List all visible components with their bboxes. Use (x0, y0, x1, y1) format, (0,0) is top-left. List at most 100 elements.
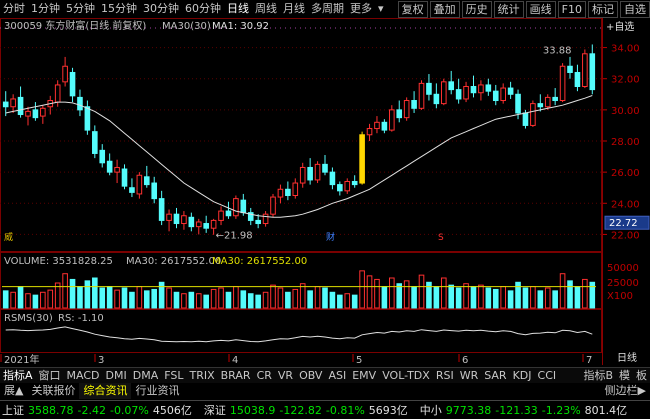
more-dropdown-icon[interactable]: ▾ (375, 0, 387, 18)
volume-bar (114, 289, 120, 309)
period-tab-5[interactable]: 60分钟 (182, 0, 224, 18)
candle-body (411, 100, 417, 109)
bottom-tab-2[interactable]: 综合资讯 (79, 383, 132, 399)
toolbar-button-1[interactable]: 叠加 (429, 0, 460, 18)
period-tab-2[interactable]: 5分钟 (63, 0, 98, 18)
chart-header-ma-value: MA1: 30.92 (212, 21, 269, 32)
toolbar-button-3[interactable]: 统计 (493, 0, 524, 18)
bottom-tab-3[interactable]: 行业资讯 (131, 383, 183, 399)
volume-bar (574, 286, 581, 309)
candle-body (121, 168, 128, 187)
indicator-right-2[interactable]: 板 (633, 368, 650, 384)
bottom-tab-1[interactable]: 关联报价 (27, 383, 79, 399)
volume-bar (329, 291, 336, 309)
indicator-right-1[interactable]: 模 (616, 368, 633, 384)
volume-bar (463, 283, 469, 309)
candle-body (188, 216, 195, 228)
volume-bar (277, 287, 284, 309)
rsms-header-rs: RS: -1.10 (58, 313, 104, 324)
period-tab-0[interactable]: 分时 (0, 0, 28, 18)
indicator-tab-15[interactable]: WR (457, 368, 482, 384)
indicator-tab-0[interactable]: 指标A (0, 368, 36, 384)
period-tab-10[interactable]: 更多 (347, 0, 375, 18)
indicator-tab-11[interactable]: ASI (325, 368, 349, 384)
candle-body (143, 176, 150, 186)
day-line-label: 日线 (617, 351, 637, 364)
candle-body (448, 81, 455, 91)
candle-body (537, 103, 544, 108)
candle-body (69, 71, 76, 97)
indicator-tab-4[interactable]: DMA (130, 368, 162, 384)
candle-body (389, 109, 395, 131)
volume-bar (233, 286, 239, 309)
candle-body (440, 81, 447, 105)
bottom-tab-0[interactable]: 展▲ (0, 383, 27, 399)
candle-body (151, 182, 158, 200)
volume-axis-label-2: X100 (607, 291, 633, 302)
period-tab-8[interactable]: 月线 (280, 0, 308, 18)
toolbar-button-0[interactable]: 复权 (397, 0, 428, 18)
kline-chart[interactable]: VOLUME: 3531828.25 MA30: 2617552.00MA30: … (0, 18, 602, 365)
ticker-chg: -2.42 (77, 404, 106, 417)
indicator-tab-5[interactable]: FSL (161, 368, 186, 384)
high-price-label: 33.88 (543, 45, 572, 56)
candle-body (92, 131, 98, 154)
indicator-tab-10[interactable]: OBV (296, 368, 325, 384)
period-tab-3[interactable]: 15分钟 (98, 0, 140, 18)
indicator-tab-18[interactable]: CCI (535, 368, 560, 384)
price-axis-label-0: 34.00 (611, 44, 640, 55)
candle-body (233, 198, 239, 217)
volume-bar (77, 286, 83, 309)
candle-body (322, 163, 328, 173)
volume-bar (136, 286, 143, 309)
indicator-tab-3[interactable]: DMI (103, 368, 130, 384)
ticker-item-1[interactable]: 深证 15038.9 -122.82 -0.81% 5693亿 (204, 402, 412, 418)
candle-body (485, 84, 492, 92)
period-tab-6[interactable]: 日线 (224, 0, 252, 18)
indicator-tab-13[interactable]: VOL-TDX (379, 368, 433, 384)
indicator-tab-9[interactable]: VR (275, 368, 296, 384)
ticker-chg: -122.82 (279, 404, 322, 417)
toolbar-button-7[interactable]: 自选 (620, 0, 650, 18)
date-label-5: 7 (586, 355, 592, 365)
price-axis-label-2: 30.00 (611, 106, 640, 117)
period-tab-9[interactable]: 多周期 (308, 0, 347, 18)
index-ticker: 上证 3588.78 -2.42 -0.07% 4506亿 深证 15038.9 -122.8… (0, 400, 650, 419)
indicator-right-0[interactable]: 指标B (580, 368, 616, 384)
indicator-tab-2[interactable]: MACD (64, 368, 103, 384)
indicator-tab-1[interactable]: 窗口 (36, 368, 64, 384)
volume-bar (181, 293, 187, 309)
volume-bar (210, 288, 217, 309)
indicator-tab-8[interactable]: CR (254, 368, 275, 384)
ticker-item-2[interactable]: 中小 9773.38 -121.33 -1.23% 801.4亿 (420, 402, 631, 418)
volume-bar (62, 273, 68, 309)
indicator-tab-14[interactable]: RSI (433, 368, 457, 384)
indicator-tab-6[interactable]: TRIX (186, 368, 217, 384)
toolbar-button-6[interactable]: 标记 (588, 0, 618, 18)
toolbar-button-4[interactable]: 画线 (525, 0, 556, 18)
volume-bar (32, 294, 39, 309)
volume-bar (582, 278, 588, 309)
indicator-tab-17[interactable]: KDJ (510, 368, 535, 384)
period-tab-1[interactable]: 1分钟 (28, 0, 63, 18)
toolbar-button-5[interactable]: F10 (557, 0, 586, 18)
volume-bar (567, 280, 573, 309)
volume-bar (448, 284, 455, 309)
indicator-tab-16[interactable]: SAR (481, 368, 509, 384)
candle-body (559, 65, 566, 102)
ticker-item-0[interactable]: 上证 3588.78 -2.42 -0.07% 4506亿 (2, 402, 196, 418)
volume-bar (2, 290, 9, 309)
volume-bar (25, 293, 31, 309)
indicator-tab-7[interactable]: BRAR (218, 368, 254, 384)
volume-bar (84, 280, 91, 309)
indicator-tab-12[interactable]: EMV (349, 368, 379, 384)
period-tab-4[interactable]: 30分钟 (140, 0, 182, 18)
volume-bar (47, 289, 54, 309)
sidebar-toggle[interactable]: 侧边栏▶ (601, 383, 650, 399)
ticker-price: 9773.38 (445, 404, 492, 417)
toolbar-button-2[interactable]: 历史 (461, 0, 492, 18)
rsms-line (5, 326, 593, 343)
candle-body (277, 188, 284, 198)
period-tab-7[interactable]: 周线 (252, 0, 280, 18)
volume-bar (299, 283, 306, 309)
